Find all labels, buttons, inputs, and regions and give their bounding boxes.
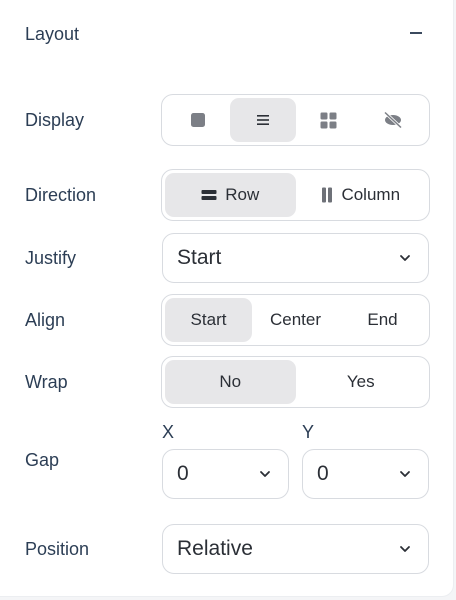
- flex-icon: [256, 115, 269, 125]
- direction-row-button[interactable]: Row: [165, 173, 296, 217]
- gap-x-select[interactable]: 0: [162, 449, 289, 499]
- align-label: Align: [25, 310, 66, 330]
- display-flex-button[interactable]: [230, 98, 296, 142]
- align-center-button[interactable]: Center: [252, 298, 339, 342]
- align-center-label: Center: [269, 310, 322, 329]
- collapse-icon[interactable]: [406, 24, 426, 44]
- block-icon: [190, 113, 205, 127]
- align-end-label: End: [367, 310, 398, 329]
- gap-label: Gap: [25, 450, 60, 470]
- wrap-yes-label: Yes: [346, 372, 375, 391]
- direction-toggle-group: Row Column: [161, 169, 430, 221]
- position-value: Relative: [177, 537, 253, 560]
- wrap-no-button[interactable]: No: [165, 360, 296, 404]
- gap-x-label: X: [162, 422, 175, 442]
- chevron-down-icon: [400, 471, 410, 477]
- gap-y-label: Y: [302, 422, 315, 442]
- display-toggle-group: [161, 94, 430, 146]
- hidden-icon: [384, 111, 403, 129]
- direction-column-button[interactable]: Column: [296, 173, 427, 217]
- justify-value: Start: [177, 246, 222, 269]
- column-icon: [322, 187, 333, 203]
- section-title: Layout: [25, 24, 80, 44]
- position-select[interactable]: Relative: [162, 524, 429, 574]
- align-end-button[interactable]: End: [339, 298, 426, 342]
- gap-x-value: 0: [177, 462, 189, 485]
- wrap-yes-button[interactable]: Yes: [296, 360, 427, 404]
- chevron-down-icon: [400, 255, 410, 261]
- align-start-label: Start: [190, 310, 227, 329]
- row-icon: [201, 190, 217, 200]
- direction-column-label: Column: [341, 185, 401, 204]
- display-block-button[interactable]: [165, 98, 230, 142]
- display-label: Display: [25, 110, 85, 130]
- gap-y-select[interactable]: 0: [302, 449, 429, 499]
- grid-icon: [320, 112, 337, 128]
- layout-panel: Layout Display Direction Row Column Just…: [0, 0, 454, 597]
- chevron-down-icon: [400, 546, 410, 552]
- align-toggle-group: Start Center End: [161, 294, 430, 346]
- justify-select[interactable]: Start: [162, 233, 429, 283]
- position-label: Position: [25, 539, 90, 559]
- wrap-label: Wrap: [25, 372, 68, 392]
- chevron-down-icon: [260, 471, 270, 477]
- justify-label: Justify: [25, 248, 77, 268]
- align-start-button[interactable]: Start: [165, 298, 252, 342]
- direction-row-label: Row: [225, 185, 260, 204]
- display-grid-button[interactable]: [296, 98, 361, 142]
- wrap-no-label: No: [219, 372, 242, 391]
- display-hidden-button[interactable]: [361, 98, 426, 142]
- wrap-toggle-group: No Yes: [161, 356, 430, 408]
- direction-label: Direction: [25, 185, 97, 205]
- gap-y-value: 0: [317, 462, 329, 485]
